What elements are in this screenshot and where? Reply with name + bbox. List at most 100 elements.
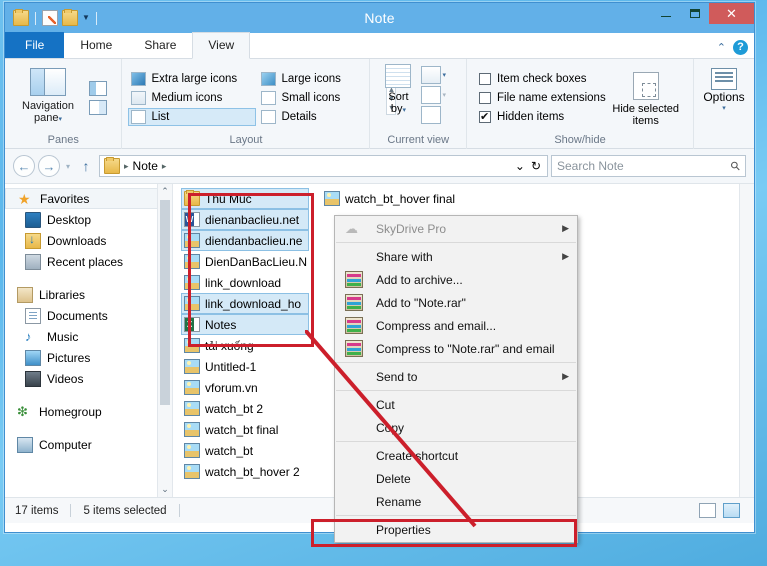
menu-item-send-to[interactable]: Send to ▶ [335,365,577,388]
menu-item-copy[interactable]: Copy [335,416,577,439]
list-item[interactable]: watch_bt 2 [181,398,309,419]
menu-item-rename[interactable]: Rename [335,490,577,513]
breadcrumb-dropdown-icon[interactable]: ⌄ [515,159,525,173]
scrollbar-thumb[interactable] [160,200,170,405]
preview-pane-icon[interactable] [89,81,107,96]
navigation-pane-button[interactable]: Navigation pane▾ [11,64,85,132]
menu-item-properties[interactable]: Properties [335,518,577,541]
list-item[interactable]: dienanbaclieu.net [181,209,309,230]
sort-by-button[interactable]: Sort by▾ [375,64,421,117]
list-item[interactable]: diendanbaclieu.ne [181,230,309,251]
details-pane-icon[interactable] [89,100,107,115]
list-item[interactable]: Thu Muc [181,188,309,209]
hide-selected-items-button[interactable]: Hide selected items [612,70,680,127]
chevron-down-icon[interactable]: ▼ [82,10,90,26]
add-columns-button[interactable]: ▾ [421,66,446,84]
size-all-columns-button[interactable] [421,106,446,124]
options-caret-icon[interactable]: ▾ [722,104,726,112]
sidebar-item-downloads[interactable]: Downloads [5,230,172,251]
menu-item-skydrive-pro[interactable]: ☁ SkyDrive Pro ▶ [335,217,577,240]
scroll-down-icon[interactable]: ⌄ [158,482,172,497]
tab-view[interactable]: View [192,32,251,59]
list-item[interactable]: vforum.vn [181,377,309,398]
minimize-button[interactable] [651,3,680,24]
menu-item-add-to-note-rar[interactable]: Add to "Note.rar" [335,291,577,314]
menu-item-compress-and-email[interactable]: Compress and email... [335,314,577,337]
tab-home[interactable]: Home [64,33,128,58]
large-icons-view-icon[interactable] [723,503,740,518]
maximize-button[interactable] [680,3,709,24]
sidebar-item-pictures[interactable]: Pictures [5,347,172,368]
layout-extra-large-icons[interactable]: Extra large icons [128,70,256,88]
layout-small-icons[interactable]: Small icons [258,89,386,107]
sidebar-item-music[interactable]: ♪ Music [5,326,172,347]
list-item[interactable]: watch_bt final [181,419,309,440]
sidebar-item-libraries[interactable]: Libraries [5,284,172,305]
tab-share[interactable]: Share [128,33,192,58]
sidebar-item-videos[interactable]: Videos [5,368,172,389]
cloud-icon: ☁ [345,221,358,236]
layout-medium-icons[interactable]: Medium icons [128,89,256,107]
close-button[interactable]: ✕ [709,3,754,24]
context-menu[interactable]: ☁ SkyDrive Pro ▶ Share with ▶ Add to arc… [334,215,578,543]
breadcrumb-note[interactable]: Note [133,159,158,173]
menu-item-compress-to-note-rar-and-email[interactable]: Compress to "Note.rar" and email [335,337,577,360]
options-button[interactable]: Options ▾ [700,64,748,144]
list-item[interactable]: Notes [181,314,309,335]
checkbox-item-check-boxes[interactable]: Item check boxes [479,70,606,89]
libraries-icon [17,286,33,303]
collapse-ribbon-icon[interactable]: ⌃ [717,41,726,54]
menu-item-add-to-archive[interactable]: Add to archive... [335,268,577,291]
sidebar-item-homegroup[interactable]: ❇ Homegroup [5,401,172,422]
search-icon[interactable]: ⚲ [728,158,744,174]
help-icon[interactable]: ? [733,40,748,55]
sidebar-item-documents[interactable]: Documents [5,305,172,326]
new-folder-icon[interactable] [62,9,78,26]
breadcrumb-separator-2[interactable]: ▸ [162,161,167,172]
file-list-scrollbar[interactable] [739,184,754,497]
list-item[interactable]: DienDanBacLieu.N [181,251,309,272]
recent-locations-icon[interactable]: ▾ [63,162,73,171]
sidebar-item-recent-places[interactable]: Recent places [5,251,172,272]
sidebar-item-favorites[interactable]: ★ Favorites [5,188,172,209]
up-button[interactable]: ↑ [76,158,96,174]
sidebar-item-label: Computer [39,437,92,452]
layout-list[interactable]: List [128,108,257,126]
list-item[interactable]: tải xuống [181,335,309,356]
checkbox-file-name-extensions[interactable]: File name extensions [479,89,606,108]
list-item[interactable]: watch_bt_hover 2 [181,461,309,482]
list-item[interactable]: link_download_ho [181,293,309,314]
list-item[interactable]: link_download [181,272,309,293]
list-item[interactable]: Untitled-1 [181,356,309,377]
back-button[interactable]: ← [13,155,35,177]
forward-button[interactable]: → [38,155,60,177]
search-input[interactable]: Search Note ⚲ [551,155,746,177]
checkbox-icon[interactable] [479,73,492,85]
tab-file[interactable]: File [5,32,65,58]
list-item[interactable]: watch_bt [181,440,309,461]
list-item[interactable]: watch_bt_hover final [321,188,521,209]
sidebar-item-desktop[interactable]: Desktop [5,209,172,230]
group-label-current-view: Current view [387,134,450,146]
image-icon [184,359,200,374]
navigation-pane-scrollbar[interactable]: ⌃ ⌄ [157,184,172,497]
checkbox-icon[interactable] [479,92,492,104]
sidebar-item-computer[interactable]: Computer [5,434,172,455]
refresh-icon[interactable]: ↻ [531,159,541,173]
menu-item-share-with[interactable]: Share with ▶ [335,245,577,268]
details-view-icon[interactable] [699,503,716,518]
file-name: watch_bt 2 [205,401,264,416]
checkbox-hidden-items[interactable]: Hidden items [479,108,606,127]
winrar-icon [345,317,363,334]
layout-details[interactable]: Details [258,108,386,126]
scroll-up-icon[interactable]: ⌃ [158,184,172,199]
breadcrumb[interactable]: ▸ Note ▸ ⌄ ↻ [99,155,548,177]
menu-item-delete[interactable]: Delete [335,467,577,490]
properties-icon[interactable] [42,10,58,26]
layout-large-icons[interactable]: Large icons [258,70,386,88]
checkbox-checked-icon[interactable] [479,109,492,126]
menu-item-cut[interactable]: Cut [335,393,577,416]
folder-icon[interactable] [13,9,29,26]
group-by-button[interactable]: ▾ [421,86,446,104]
menu-item-create-shortcut[interactable]: Create shortcut [335,444,577,467]
